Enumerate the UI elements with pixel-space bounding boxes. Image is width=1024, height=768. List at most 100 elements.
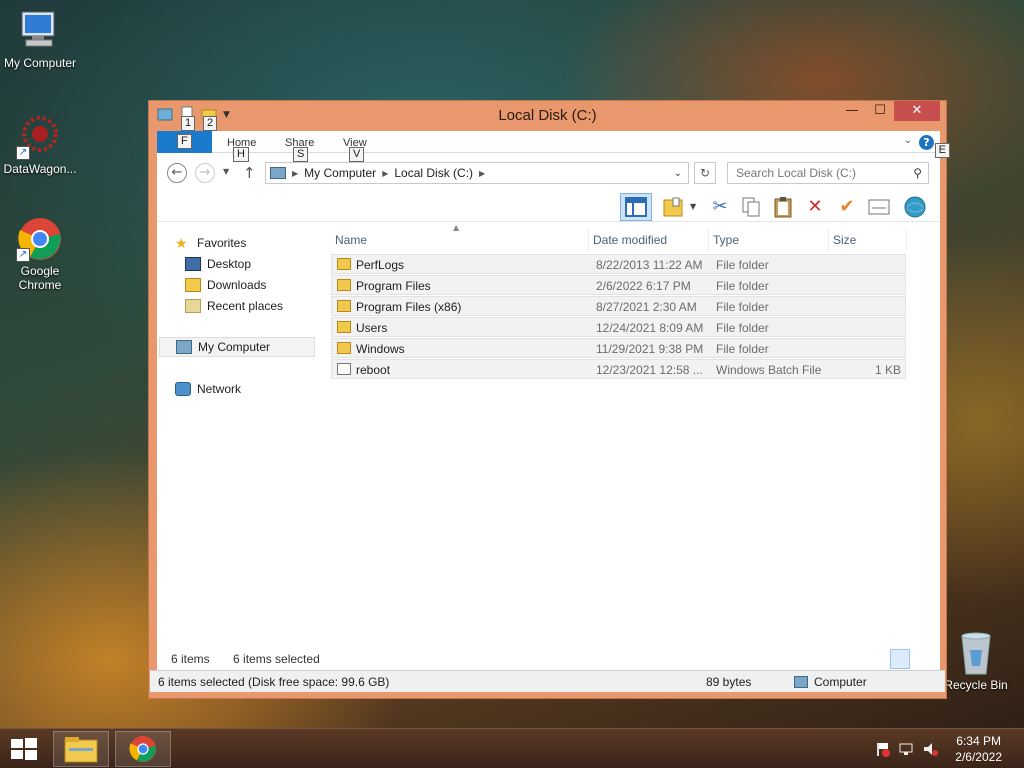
back-button[interactable]: ← — [167, 163, 187, 183]
file-type: File folder — [716, 258, 769, 272]
file-type: File folder — [716, 321, 769, 335]
desktop-icon-my-computer[interactable]: My Computer — [0, 8, 80, 70]
desktop-icon-label: Google Chrome — [18, 264, 62, 292]
paste-icon[interactable] — [770, 194, 796, 220]
file-name: Program Files — [356, 279, 431, 293]
file-date: 2/6/2022 6:17 PM — [596, 279, 691, 293]
nav-item-label: Downloads — [207, 278, 267, 292]
network-tray-icon[interactable] — [898, 741, 914, 757]
nav-recent-places[interactable]: Recent places — [185, 296, 345, 316]
folder-icon — [337, 300, 351, 312]
recent-places-icon — [185, 299, 201, 313]
clock-date: 2/6/2022 — [955, 750, 1002, 764]
keytip-h: H — [233, 147, 249, 162]
nav-favorites[interactable]: ★ Favorites — [175, 233, 335, 253]
keytip-s: S — [293, 147, 309, 162]
address-bar[interactable]: ▶ My Computer ▶ Local Disk (C:) ▶ ⌄ — [265, 162, 689, 184]
navigation-bar: ← → ▼ ↑ ▶ My Computer ▶ Local Disk (C:) … — [157, 161, 940, 187]
address-dropdown-icon[interactable]: ⌄ — [674, 168, 682, 179]
maximize-button[interactable]: ☐ — [866, 101, 894, 121]
properties-dropdown-icon[interactable]: ▼ — [690, 202, 696, 211]
column-header-size[interactable]: Size — [829, 229, 907, 251]
file-name: Users — [356, 321, 388, 335]
preview-pane-icon[interactable] — [620, 193, 652, 221]
recent-locations-chevron-icon[interactable]: ▼ — [223, 167, 229, 176]
volume-muted-icon[interactable] — [922, 741, 938, 757]
file-row[interactable]: PerfLogs 8/22/2013 11:22 AM File folder — [331, 254, 906, 274]
forward-button[interactable]: → — [195, 163, 215, 183]
cut-icon[interactable]: ✂ — [707, 194, 733, 220]
taskbar-chrome[interactable] — [115, 731, 171, 767]
file-type: File folder — [716, 300, 769, 314]
column-header-date[interactable]: Date modified — [589, 229, 709, 251]
folder-icon — [337, 258, 351, 270]
keytip-f: F — [177, 134, 192, 149]
file-row[interactable]: reboot 12/23/2021 12:58 ... Windows Batc… — [331, 359, 906, 379]
large-icons-view-button[interactable] — [912, 649, 932, 669]
taskbar: 6:34 PM 2/6/2022 — [0, 728, 1024, 768]
taskbar-file-explorer[interactable] — [53, 731, 109, 767]
tab-view[interactable]: View V — [343, 137, 367, 162]
recycle-bin-icon — [952, 630, 1000, 676]
shortcut-arrow-icon: ↗ — [16, 248, 30, 262]
breadcrumb-separator-icon: ▶ — [479, 168, 486, 178]
ribbon-expand-chevron-icon[interactable]: ⌄ — [904, 135, 912, 146]
breadcrumb-my-computer[interactable]: My Computer — [304, 166, 376, 180]
file-explorer-icon — [64, 737, 98, 763]
tab-home[interactable]: Home H — [227, 137, 256, 162]
properties-icon[interactable] — [660, 194, 686, 220]
column-header-name[interactable]: Name — [331, 229, 589, 251]
drive-icon — [270, 167, 286, 179]
desktop-icon-recycle-bin[interactable]: Recycle Bin — [936, 630, 1016, 692]
network-icon — [175, 382, 191, 396]
network-globe-icon[interactable] — [902, 194, 928, 220]
datawagon-icon: ↗ — [16, 114, 64, 160]
refresh-button[interactable]: ↻ — [694, 162, 716, 184]
desktop-icon-datawagon[interactable]: ↗ DataWagon... — [0, 114, 80, 176]
search-input[interactable]: Search Local Disk (C:) ⚲ — [727, 162, 929, 184]
nav-network[interactable]: Network — [175, 379, 335, 399]
status-selection-info: 6 items selected (Disk free space: 99.6 … — [158, 675, 390, 689]
column-header-type[interactable]: Type — [709, 229, 829, 251]
system-clock[interactable]: 6:34 PM 2/6/2022 — [955, 733, 1002, 765]
details-view-button[interactable] — [890, 649, 910, 669]
file-row[interactable]: Windows 11/29/2021 9:38 PM File folder — [331, 338, 906, 358]
action-center-flag-icon[interactable] — [874, 741, 890, 757]
explorer-window: 1 2 ▼ Local Disk (C:) — ☐ ✕ F Home H Sha — [148, 100, 950, 699]
file-date: 8/22/2013 11:22 AM — [596, 258, 703, 272]
file-name: Program Files (x86) — [356, 300, 462, 314]
delete-icon[interactable]: ✕ — [802, 194, 828, 220]
tab-share[interactable]: Share S — [285, 137, 314, 162]
nav-downloads[interactable]: Downloads — [185, 275, 345, 295]
copy-icon[interactable] — [738, 194, 764, 220]
keytip-e: E — [934, 143, 950, 158]
rename-check-icon[interactable]: ✔ — [834, 194, 860, 220]
minimize-button[interactable]: — — [838, 101, 866, 121]
nav-desktop[interactable]: Desktop — [185, 254, 345, 274]
desktop-icon-label: DataWagon... — [3, 162, 77, 176]
nav-item-label: Network — [197, 382, 242, 396]
nav-item-label: My Computer — [198, 340, 271, 354]
breadcrumb-local-disk[interactable]: Local Disk (C:) — [394, 166, 473, 180]
nav-my-computer[interactable]: My Computer — [159, 337, 315, 357]
desktop-icon-chrome[interactable]: ↗ Google Chrome — [0, 216, 80, 292]
clock-time: 6:34 PM — [956, 734, 1001, 748]
desktop-folder-icon — [185, 257, 201, 271]
start-button[interactable] — [10, 737, 38, 761]
new-window-icon[interactable] — [866, 194, 892, 220]
ribbon-tabs: F Home H Share S View V ⌄ ? E — [157, 131, 950, 162]
nav-item-label: Desktop — [207, 257, 252, 271]
computer-icon — [16, 8, 64, 54]
help-button[interactable]: ? — [919, 135, 934, 150]
chrome-icon: ↗ — [16, 216, 64, 262]
close-button[interactable]: ✕ — [894, 101, 940, 121]
file-date: 12/23/2021 12:58 ... — [596, 363, 703, 377]
file-date: 8/27/2021 2:30 AM — [596, 300, 697, 314]
file-row[interactable]: Program Files (x86) 8/27/2021 2:30 AM Fi… — [331, 296, 906, 316]
title-bar[interactable]: 1 2 ▼ Local Disk (C:) — ☐ ✕ — [149, 101, 946, 131]
downloads-folder-icon — [185, 278, 201, 292]
up-button[interactable]: ↑ — [243, 164, 256, 182]
file-row[interactable]: Program Files 2/6/2022 6:17 PM File fold… — [331, 275, 906, 295]
file-row[interactable]: Users 12/24/2021 8:09 AM File folder — [331, 317, 906, 337]
tab-file[interactable]: F — [157, 131, 212, 153]
